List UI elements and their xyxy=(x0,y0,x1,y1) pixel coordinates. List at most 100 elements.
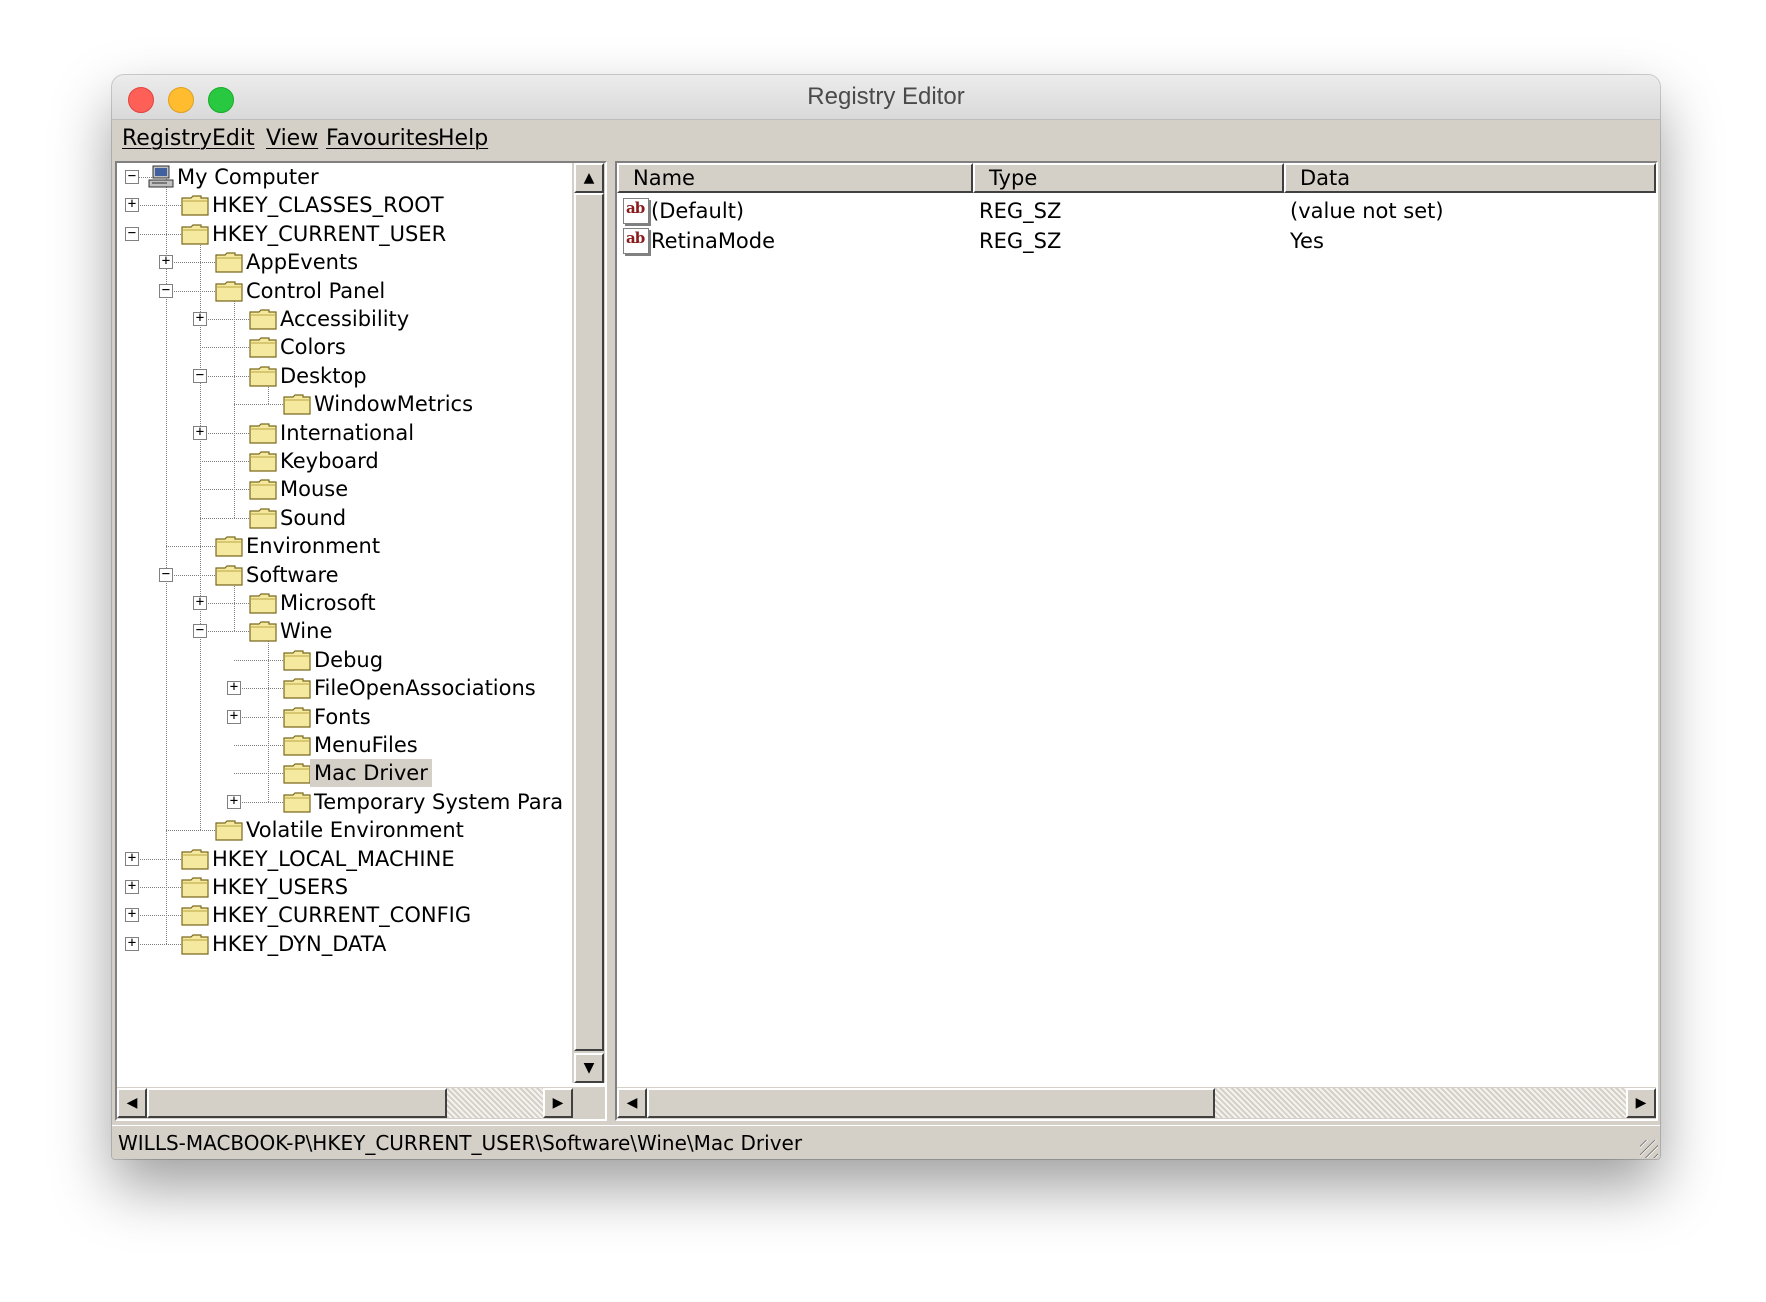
tree-connector-line xyxy=(166,290,215,292)
folder-icon xyxy=(283,791,311,813)
list-scroll-right-button[interactable]: ▶ xyxy=(1626,1088,1656,1118)
list-hscroll-thumb[interactable] xyxy=(647,1088,1215,1118)
tree-connector-line xyxy=(166,262,215,264)
folder-icon xyxy=(181,194,209,216)
tree-hscroll-track[interactable] xyxy=(447,1088,543,1118)
menu-edit[interactable]: Edit xyxy=(212,120,255,158)
tree-node-label[interactable]: WindowMetrics xyxy=(310,390,477,418)
expand-toggle-icon[interactable]: + xyxy=(227,794,241,809)
column-header-name[interactable]: Name xyxy=(617,163,973,193)
tree-vertical-scrollbar[interactable]: ▲ ▼ xyxy=(572,163,605,1083)
tree-node-label[interactable]: Colors xyxy=(276,333,350,361)
registry-editor-window: Registry Editor Registry Edit View Favou… xyxy=(112,75,1660,1159)
expand-toggle-icon[interactable]: + xyxy=(193,311,207,326)
values-list-pane[interactable]: Name Type Data ab (Default) REG_SZ (valu… xyxy=(615,161,1658,1121)
expand-toggle-icon[interactable]: + xyxy=(125,936,139,951)
value-row[interactable]: ab (Default) REG_SZ (value not set) xyxy=(617,195,1617,229)
collapse-toggle-icon[interactable]: − xyxy=(193,623,207,639)
value-type: REG_SZ xyxy=(979,229,1062,253)
tree-node-label[interactable]: Volatile Environment xyxy=(242,816,468,844)
collapse-toggle-icon[interactable]: − xyxy=(159,283,173,298)
folder-icon xyxy=(283,393,311,415)
folder-icon xyxy=(215,535,243,557)
tree-connector-line xyxy=(200,461,249,462)
registry-tree[interactable]: − My Computer + HKEY_CLASSES_ROOT − HKEY_CURR… xyxy=(117,163,573,1083)
tree-vscroll-thumb[interactable] xyxy=(574,193,604,1051)
tree-node-label[interactable]: Mac Driver xyxy=(310,759,432,788)
tree-scroll-up-button[interactable]: ▲ xyxy=(574,163,604,193)
tree-node-label[interactable]: Software xyxy=(242,561,343,589)
tree-node-label[interactable]: Mouse xyxy=(276,475,352,503)
tree-node-label[interactable]: My Computer xyxy=(173,163,323,191)
collapse-toggle-icon[interactable]: − xyxy=(125,169,139,184)
folder-icon xyxy=(215,251,243,273)
expand-toggle-icon[interactable]: + xyxy=(125,851,139,866)
resize-grip-icon[interactable] xyxy=(1640,1140,1658,1158)
folder-icon xyxy=(283,677,311,699)
folder-icon xyxy=(181,876,209,898)
tree-node-label[interactable]: Desktop xyxy=(276,362,371,390)
tree-node-label[interactable]: HKEY_LOCAL_MACHINE xyxy=(208,845,459,873)
tree-node-label[interactable]: Fonts xyxy=(310,703,375,731)
tree-scroll-right-button[interactable]: ▶ xyxy=(543,1088,573,1118)
registry-tree-pane[interactable]: − My Computer + HKEY_CLASSES_ROOT − HKEY_CURR… xyxy=(115,161,607,1121)
tree-node-label[interactable]: Keyboard xyxy=(276,447,383,475)
tree-node-label[interactable]: AppEvents xyxy=(242,248,362,276)
tree-node-label[interactable]: Sound xyxy=(276,504,350,532)
tree-scroll-left-button[interactable]: ◀ xyxy=(117,1088,147,1118)
expand-toggle-icon[interactable]: + xyxy=(159,254,173,270)
folder-icon xyxy=(249,592,277,614)
folder-icon xyxy=(181,933,209,955)
tree-node-label[interactable]: HKEY_CURRENT_CONFIG xyxy=(208,901,475,929)
value-row[interactable]: ab RetinaMode REG_SZ Yes xyxy=(617,225,1617,259)
tree-node-label[interactable]: HKEY_DYN_DATA xyxy=(208,930,390,958)
tree-node-label[interactable]: HKEY_CLASSES_ROOT xyxy=(208,191,448,219)
tree-connector-line xyxy=(132,205,181,207)
menu-view[interactable]: View xyxy=(266,120,318,158)
tree-connector-line xyxy=(234,801,283,803)
folder-icon xyxy=(249,620,277,642)
tree-node-label[interactable]: HKEY_CURRENT_USER xyxy=(208,220,450,248)
list-horizontal-scrollbar[interactable]: ◀ ▶ xyxy=(617,1087,1656,1119)
collapse-toggle-icon[interactable]: − xyxy=(159,567,173,582)
tree-connector-line xyxy=(200,375,249,377)
tree-node-label[interactable]: Microsoft xyxy=(276,589,380,617)
column-header-type[interactable]: Type xyxy=(973,163,1284,193)
tree-connector-line xyxy=(132,915,181,917)
tree-connector-line xyxy=(132,858,181,860)
window-title: Registry Editor xyxy=(807,83,965,110)
expand-toggle-icon[interactable]: + xyxy=(193,595,207,610)
tree-node-label[interactable]: Debug xyxy=(310,646,387,674)
menu-favourites[interactable]: Favourites xyxy=(326,120,439,158)
tree-node-label[interactable]: Environment xyxy=(242,532,384,560)
value-type: REG_SZ xyxy=(979,199,1062,223)
expand-toggle-icon[interactable]: + xyxy=(227,680,241,696)
tree-node-label[interactable]: HKEY_USERS xyxy=(208,873,352,901)
collapse-toggle-icon[interactable]: − xyxy=(193,368,207,383)
collapse-toggle-icon[interactable]: − xyxy=(125,226,139,241)
string-value-icon: ab xyxy=(623,198,649,224)
title-bar[interactable]: Registry Editor xyxy=(112,75,1660,120)
column-header-data[interactable]: Data xyxy=(1284,163,1656,193)
tree-node-label[interactable]: Temporary System Para xyxy=(310,788,567,816)
expand-toggle-icon[interactable]: + xyxy=(125,879,139,894)
expand-toggle-icon[interactable]: + xyxy=(125,197,139,213)
expand-toggle-icon[interactable]: + xyxy=(227,709,241,724)
expand-toggle-icon[interactable]: + xyxy=(193,425,207,440)
tree-horizontal-scrollbar[interactable]: ◀ ▶ xyxy=(117,1087,573,1119)
tree-connector-line xyxy=(234,773,283,775)
tree-node-label[interactable]: Wine xyxy=(276,617,336,645)
tree-node-label[interactable]: MenuFiles xyxy=(310,731,422,759)
tree-node-label[interactable]: FileOpenAssociations xyxy=(310,674,540,702)
folder-icon xyxy=(249,336,277,358)
tree-hscroll-thumb[interactable] xyxy=(147,1088,447,1118)
menu-registry[interactable]: Registry xyxy=(122,120,212,158)
list-hscroll-track[interactable] xyxy=(1215,1088,1626,1118)
expand-toggle-icon[interactable]: + xyxy=(125,907,139,923)
tree-node-label[interactable]: International xyxy=(276,419,418,447)
tree-scroll-down-button[interactable]: ▼ xyxy=(574,1053,604,1083)
tree-node-label[interactable]: Accessibility xyxy=(276,305,413,333)
menu-help[interactable]: Help xyxy=(438,120,488,158)
list-scroll-left-button[interactable]: ◀ xyxy=(617,1088,647,1118)
tree-node-label[interactable]: Control Panel xyxy=(242,277,389,305)
